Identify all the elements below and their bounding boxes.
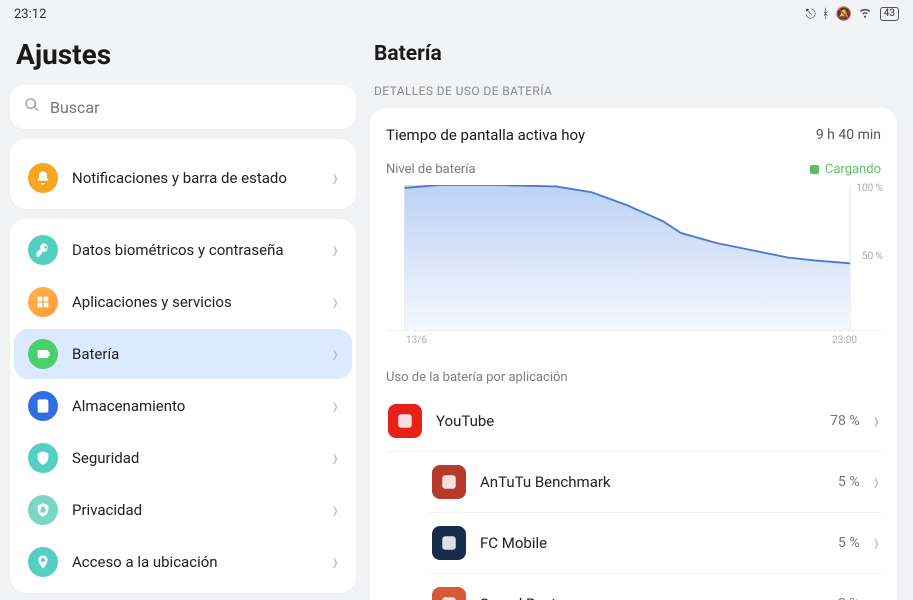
mute-icon: 🔕: [836, 7, 852, 22]
battery-icon: 43: [880, 7, 899, 21]
chevron-right-icon: ›: [333, 443, 338, 472]
chevron-right-icon: ›: [333, 339, 338, 368]
app-name: FC Mobile: [480, 534, 824, 552]
screen-time-label: Tiempo de pantalla activa hoy: [386, 126, 585, 144]
chevron-right-icon: ›: [333, 163, 338, 192]
search-input[interactable]: [10, 85, 356, 129]
app-percentage: 5 %: [838, 474, 860, 490]
search-field[interactable]: [50, 98, 342, 117]
chevron-right-icon: ›: [333, 547, 338, 576]
main-pane: Batería DETALLES DE USO DE BATERÍA Tiemp…: [366, 28, 913, 600]
chevron-right-icon: ›: [333, 391, 338, 420]
sidebar-item-label: Almacenamiento: [72, 397, 319, 415]
app-icon: [388, 404, 422, 438]
app-icon: [432, 587, 466, 600]
key-icon: [28, 235, 58, 265]
search-icon: [24, 97, 40, 117]
app-icon: [432, 526, 466, 560]
sidebar-item-label: Aplicaciones y servicios: [72, 293, 319, 311]
app-percentage: 78 %: [830, 413, 859, 429]
sidebar-item-label: Notificaciones y barra de estado: [72, 169, 319, 187]
sidebar-item-location[interactable]: Acceso a la ubicación ›: [14, 537, 352, 587]
section-header: DETALLES DE USO DE BATERÍA: [370, 84, 897, 108]
app-name: YouTube: [436, 412, 816, 430]
sidebar-item-notifications[interactable]: Notificaciones y barra de estado ›: [14, 153, 352, 203]
chevron-right-icon: ›: [874, 528, 879, 557]
chevron-right-icon: ›: [874, 467, 879, 496]
screen-time-row[interactable]: Tiempo de pantalla activa hoy 9 h 40 min: [386, 122, 881, 162]
chevron-right-icon: ›: [333, 287, 338, 316]
app-usage-row[interactable]: Squad Busters 3 % ›: [430, 574, 881, 600]
charging-label: Cargando: [825, 162, 881, 177]
chevron-right-icon: ›: [874, 406, 879, 435]
battery-level-chart[interactable]: 100 % 50 %: [386, 185, 881, 331]
chart-title: Nivel de batería: [386, 162, 476, 177]
battery-icon: [28, 339, 58, 369]
chevron-right-icon: ›: [874, 589, 879, 600]
bluetooth-icon: ᚼ: [822, 7, 830, 22]
pin-icon: [28, 547, 58, 577]
y-tick-100: 100 %: [856, 183, 883, 194]
sidebar-item-privacy[interactable]: Privacidad ›: [14, 485, 352, 535]
sidebar-item-label: Privacidad: [72, 501, 319, 519]
app-name: Squad Busters: [480, 595, 824, 600]
privacy-icon: [28, 495, 58, 525]
app-name: AnTuTu Benchmark: [480, 473, 824, 491]
sidebar-item-security[interactable]: Seguridad ›: [14, 433, 352, 483]
sidebar-item-label: Datos biométricos y contraseña: [72, 241, 319, 259]
sidebar-item-storage[interactable]: Almacenamiento ›: [14, 381, 352, 431]
y-tick-50: 50 %: [862, 251, 883, 262]
sidebar-item-apps[interactable]: Aplicaciones y servicios ›: [14, 277, 352, 327]
legend-swatch: [810, 165, 819, 174]
sidebar-item-label: Batería: [72, 345, 319, 363]
app-usage-header: Uso de la batería por aplicación: [386, 356, 881, 391]
app-icon: [432, 465, 466, 499]
sidebar-item-battery[interactable]: Batería ›: [14, 329, 352, 379]
app-usage-row[interactable]: YouTube 78 % ›: [386, 391, 881, 452]
bell-icon: [28, 163, 58, 193]
x-tick-end: 23:00: [832, 335, 857, 346]
app-percentage: 5 %: [838, 535, 860, 551]
sidebar-group-2: Datos biométricos y contraseña › Aplicac…: [10, 219, 356, 593]
app-usage-row[interactable]: AnTuTu Benchmark 5 % ›: [430, 452, 881, 513]
grid-icon: [28, 287, 58, 317]
nfc-icon: ⎋: [805, 7, 815, 22]
app-percentage: 3 %: [838, 596, 860, 600]
charging-legend: Cargando: [810, 162, 881, 177]
x-tick-start: 13/6: [406, 335, 427, 346]
screen-time-value: 9 h 40 min: [816, 127, 881, 143]
storage-icon: [28, 391, 58, 421]
sidebar-item-label: Acceso a la ubicación: [72, 553, 319, 571]
shield-icon: [28, 443, 58, 473]
battery-panel: Tiempo de pantalla activa hoy 9 h 40 min…: [370, 108, 897, 600]
settings-sidebar: Ajustes Notificaciones y barra de estado…: [0, 28, 366, 600]
page-title: Batería: [370, 28, 897, 84]
app-usage-list: YouTube 78 % › AnTuTu Benchmark 5 % › FC…: [386, 391, 881, 600]
status-bar: 23:12 ⎋ ᚼ 🔕 43: [0, 0, 913, 28]
sidebar-item-label: Seguridad: [72, 449, 319, 467]
status-icons: ⎋ ᚼ 🔕 43: [805, 5, 899, 23]
settings-title: Ajustes: [10, 28, 356, 85]
status-time: 23:12: [14, 7, 46, 22]
chevron-right-icon: ›: [333, 235, 338, 264]
sidebar-item-biometrics[interactable]: Datos biométricos y contraseña ›: [14, 225, 352, 275]
app-usage-row[interactable]: FC Mobile 5 % ›: [430, 513, 881, 574]
chevron-right-icon: ›: [333, 495, 338, 524]
wifi-icon: [858, 5, 872, 23]
sidebar-group-1: Notificaciones y barra de estado ›: [10, 139, 356, 209]
